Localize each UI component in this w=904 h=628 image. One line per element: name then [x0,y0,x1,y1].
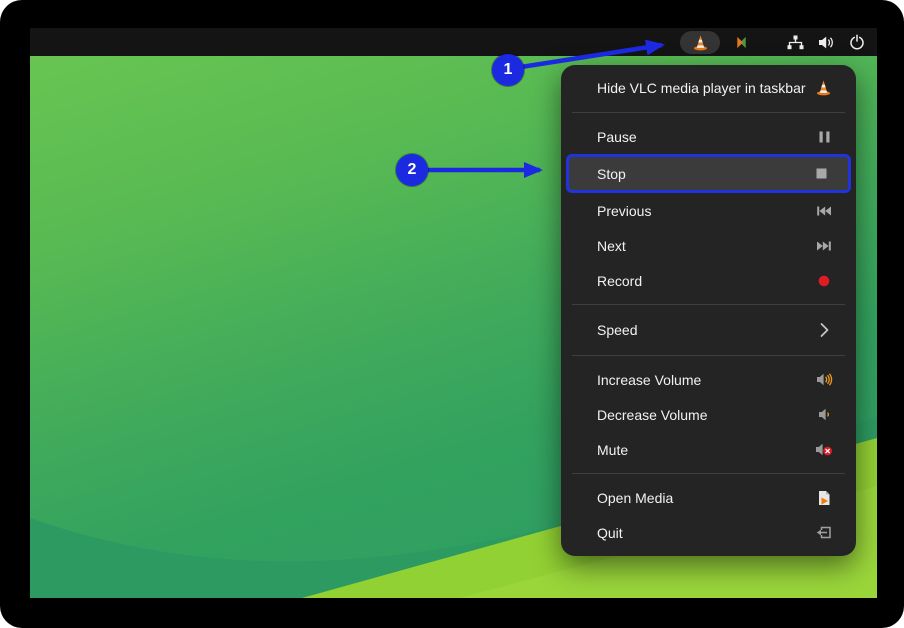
menu-item-next[interactable]: Next [561,228,856,263]
volume-up-icon [814,372,834,387]
quit-icon [814,525,834,540]
menu-item-label: Mute [597,441,629,458]
menu-item-open-media[interactable]: Open Media [561,480,856,515]
volume-down-icon [814,407,834,422]
network-icon[interactable] [787,35,804,50]
menu-item-record[interactable]: Record [561,263,856,298]
menu-item-previous[interactable]: Previous [561,193,856,228]
menu-item-quit[interactable]: Quit [561,515,856,550]
menu-item-hide-vlc[interactable]: Hide VLC media player in taskbar [561,69,856,106]
chevron-right-icon [814,322,834,338]
menu-divider [572,112,845,113]
vlc-tray-icon[interactable] [680,30,720,54]
menu-item-label: Hide VLC media player in taskbar [597,79,806,96]
menu-divider [572,473,845,474]
vlc-cone-icon [815,79,832,96]
screenshot-stage: Hide VLC media player in taskbar Pause S… [0,0,904,628]
annotation-badge-1: 1 [492,54,524,86]
indicator-tray-icon[interactable] [734,35,749,50]
menu-divider [572,304,845,305]
menu-item-label: Open Media [597,489,674,506]
annotation-number: 2 [407,161,417,178]
menu-item-label: Record [597,272,643,289]
menu-item-mute[interactable]: Mute [561,432,856,467]
pause-icon [814,130,834,144]
menu-item-label: Speed [597,322,638,338]
menu-item-decrease-volume[interactable]: Decrease Volume [561,397,856,432]
open-media-icon [814,490,834,506]
menu-item-pause[interactable]: Pause [561,119,856,154]
menu-item-label: Increase Volume [597,371,702,388]
power-icon[interactable] [849,34,865,50]
menu-item-label: Decrease Volume [597,406,708,423]
annotation-badge-2: 2 [396,154,428,186]
annotation-number: 1 [503,61,513,78]
stop-icon [811,168,831,179]
menu-item-label: Pause [597,128,637,145]
vlc-tray-menu: Hide VLC media player in taskbar Pause S… [561,65,856,556]
top-bar [30,28,877,56]
menu-item-label: Previous [597,202,652,219]
menu-item-stop[interactable]: Stop [566,154,851,193]
volume-mute-icon [814,442,834,457]
menu-item-label: Stop [597,165,626,182]
volume-tray-icon[interactable] [818,35,835,50]
next-icon [814,240,834,252]
menu-item-label: Next [597,237,626,254]
menu-item-label: Quit [597,524,623,541]
menu-item-increase-volume[interactable]: Increase Volume [561,362,856,397]
previous-icon [814,205,834,217]
menu-divider [572,355,845,356]
desktop: Hide VLC media player in taskbar Pause S… [30,28,877,598]
menu-item-speed[interactable]: Speed [561,311,856,349]
record-icon [814,275,834,287]
